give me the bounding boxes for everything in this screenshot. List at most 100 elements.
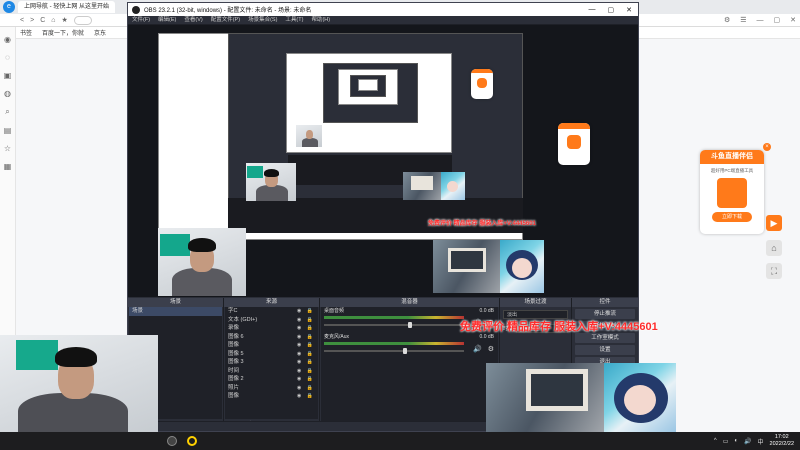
settings-icon[interactable]: ⚙: [724, 14, 730, 27]
sidebar-icon[interactable]: ◉: [4, 35, 11, 44]
source-item[interactable]: 图像 ◉ 🔒: [225, 392, 318, 401]
close-icon[interactable]: ✕: [790, 14, 796, 27]
source-item-label: 文本 (GDI+): [228, 316, 258, 323]
source-item[interactable]: 照片 ◉ 🔒: [225, 384, 318, 393]
promo-close-icon[interactable]: ×: [763, 143, 771, 151]
source-item[interactable]: 图像 3 ◉ 🔒: [225, 358, 318, 367]
bookmark-item[interactable]: 京东: [94, 28, 106, 37]
mixer-track-name: 桌面音频: [324, 308, 345, 314]
close-icon[interactable]: ✕: [626, 6, 632, 14]
settings-button[interactable]: 设置: [575, 345, 635, 355]
sources-list: 字C ◉ 🔒 文本 (GDI+) ◉ 🔒 录像 ◉ 🔒 图像 6 ◉ 🔒 图像 ◉ 🔒 图…: [225, 307, 318, 419]
source-item[interactable]: 录像 ◉ 🔒: [225, 324, 318, 333]
douyu-logo-icon: [477, 78, 487, 88]
home-icon[interactable]: ⌂: [766, 240, 782, 256]
source-item[interactable]: 图像 ◉ 🔒: [225, 341, 318, 350]
fullscreen-icon[interactable]: ⛶: [766, 263, 782, 279]
star-icon[interactable]: ☆: [4, 144, 11, 153]
visibility-lock-icon[interactable]: ◉ 🔒: [297, 324, 318, 333]
sidebar-icon[interactable]: ◌: [5, 53, 10, 62]
source-item[interactable]: 时间 ◉ 🔒: [225, 367, 318, 376]
overlay-text: 免费评价 精品库存 服装入库+V:4445601: [460, 321, 658, 333]
visibility-lock-icon[interactable]: ◉ 🔒: [297, 341, 318, 350]
ime-icon[interactable]: 中: [758, 437, 764, 446]
system-tray: ^ ▭ ◐ 🔊 中 17:02 2022/2/22: [714, 432, 794, 450]
visibility-lock-icon[interactable]: ◉ 🔒: [297, 333, 318, 342]
sources-dock: 来源 字C ◉ 🔒 文本 (GDI+) ◉ 🔒 录像 ◉ 🔒 图像 6 ◉ 🔒 图像 ◉ …: [224, 298, 320, 431]
obs-window-title: OBS 23.2.1 (32-bit, windows) - 配置文件: 未命名…: [144, 8, 312, 14]
visibility-lock-icon[interactable]: ◉ 🔒: [297, 307, 318, 316]
network-icon[interactable]: ◐: [734, 438, 738, 444]
visibility-lock-icon[interactable]: ◉ 🔒: [297, 316, 318, 325]
star-icon[interactable]: ★: [61, 16, 67, 24]
douyu-logo-icon: [717, 178, 747, 208]
search-icon[interactable]: ⌕: [5, 107, 9, 117]
menu-icon[interactable]: ☰: [740, 14, 746, 27]
play-icon[interactable]: ▶: [766, 215, 782, 231]
menu-profile[interactable]: 配置文件(P): [211, 16, 240, 24]
obs-app-icon: [167, 436, 177, 446]
taskbar-app-browser[interactable]: [182, 432, 202, 450]
reload-icon[interactable]: C: [40, 17, 45, 24]
desktop: e 上网导航 - 轻快上网 从这里开始 < > C ⌂ ★ 书签 百度一下，你就…: [0, 0, 800, 450]
gear-icon[interactable]: ⚙: [488, 345, 494, 353]
promo-title: 斗鱼直播伴侣: [700, 150, 764, 164]
sidebar-icon[interactable]: ▤: [4, 126, 12, 135]
clock-date: 2022/2/22: [769, 441, 794, 447]
audio-meter: [324, 342, 464, 345]
nested-obs-docks: [228, 198, 523, 233]
maximize-icon[interactable]: ▢: [774, 14, 781, 27]
back-icon[interactable]: <: [20, 17, 24, 24]
speaker-icon[interactable]: 🔊: [473, 345, 482, 353]
scene-item[interactable]: 场景: [129, 307, 222, 316]
volume-slider-knob[interactable]: [402, 348, 407, 354]
nested-capture: [358, 79, 378, 91]
bookmark-item[interactable]: 书签: [20, 28, 32, 37]
promo-title: [471, 69, 493, 73]
mixer-header: 混音器: [320, 298, 499, 307]
forward-icon[interactable]: >: [30, 17, 34, 24]
minimize-icon[interactable]: —: [757, 14, 764, 27]
visibility-lock-icon[interactable]: ◉ 🔒: [297, 392, 318, 401]
webcam-feed: [296, 125, 322, 147]
visibility-lock-icon[interactable]: ◉ 🔒: [297, 384, 318, 393]
minimize-icon[interactable]: —: [589, 6, 596, 14]
sidebar-icon[interactable]: ▣: [4, 71, 12, 80]
obs-preview-canvas[interactable]: 免费评价 精品库存 服装入库+V:4445601: [128, 25, 638, 297]
tray-expand-icon[interactable]: ^: [714, 438, 717, 444]
visibility-lock-icon[interactable]: ◉ 🔒: [297, 358, 318, 367]
sidebar-icon[interactable]: ▦: [4, 162, 12, 171]
taskbar-app-obs[interactable]: [162, 432, 182, 450]
menu-scene-collection[interactable]: 场景集合(S): [248, 16, 277, 24]
source-item[interactable]: 图像 5 ◉ 🔒: [225, 350, 318, 359]
volume-slider[interactable]: [324, 348, 464, 354]
visibility-lock-icon[interactable]: ◉ 🔒: [297, 367, 318, 376]
source-item[interactable]: 图像 2 ◉ 🔒: [225, 375, 318, 384]
clock[interactable]: 17:02 2022/2/22: [770, 434, 794, 448]
source-item[interactable]: 文本 (GDI+) ◉ 🔒: [225, 316, 318, 325]
bookmark-item[interactable]: 百度一下，你就: [42, 28, 84, 37]
volume-slider[interactable]: [324, 322, 464, 328]
battery-icon[interactable]: ▭: [723, 438, 729, 445]
douyu-promo-card: [558, 123, 590, 165]
menu-tools[interactable]: 工具(T): [285, 16, 303, 24]
browser-tab[interactable]: 上网导航 - 轻快上网 从这里开始: [18, 1, 115, 13]
source-item[interactable]: 图像 6 ◉ 🔒: [225, 333, 318, 342]
visibility-lock-icon[interactable]: ◉ 🔒: [297, 375, 318, 384]
menu-file[interactable]: 文件(F): [132, 16, 150, 24]
studio-mode-button[interactable]: 工作室模式: [575, 333, 635, 343]
scenes-header: 场景: [128, 298, 223, 307]
promo-download-button[interactable]: 立即下载: [712, 212, 752, 222]
menu-view[interactable]: 查看(V): [184, 16, 202, 24]
volume-icon[interactable]: 🔊: [744, 438, 751, 445]
menu-edit[interactable]: 编辑(E): [158, 16, 176, 24]
menu-help[interactable]: 帮助(H): [311, 16, 330, 24]
volume-slider-knob[interactable]: [408, 322, 413, 328]
sidebar-icon[interactable]: ◍: [4, 89, 11, 98]
visibility-lock-icon[interactable]: ◉ 🔒: [297, 350, 318, 359]
home-icon[interactable]: ⌂: [51, 17, 55, 24]
address-bar[interactable]: [73, 15, 92, 25]
source-item-label: 图像 3: [228, 359, 244, 365]
source-item[interactable]: 字C ◉ 🔒: [225, 307, 318, 316]
maximize-icon[interactable]: ▢: [608, 6, 615, 14]
